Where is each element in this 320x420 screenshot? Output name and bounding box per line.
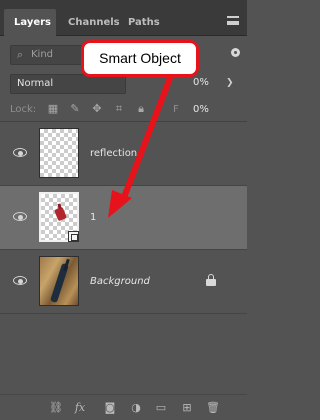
lock-all-icon[interactable]: 🔒︎ xyxy=(134,102,148,116)
adjustment-icon[interactable]: ◑ xyxy=(128,401,144,415)
tab-paths[interactable]: Paths xyxy=(118,9,164,36)
link-icon[interactable]: ⛓ xyxy=(48,401,64,415)
layer-name[interactable]: Background xyxy=(90,276,150,287)
layer-name[interactable]: reflection xyxy=(90,148,137,159)
visibility-eye-icon[interactable] xyxy=(13,148,27,157)
lock-label: Lock: xyxy=(10,104,37,115)
folder-icon[interactable]: ▭ xyxy=(153,401,169,415)
tab-bar: Layers Channels Paths xyxy=(0,0,247,36)
search-icon: ⌕ xyxy=(17,48,24,61)
layer-row-reflection[interactable]: reflection xyxy=(0,122,247,186)
panel-footer: ⛓ fx ◙ ◑ ▭ ⊞ 🗑︎ xyxy=(0,394,247,420)
filter-kind-label: Kind xyxy=(31,49,54,60)
tab-layers[interactable]: Layers xyxy=(4,9,56,36)
fill-value[interactable]: 0% xyxy=(193,104,209,115)
layer-thumbnail xyxy=(39,128,79,178)
layer-thumbnail xyxy=(39,192,79,242)
visibility-eye-icon[interactable] xyxy=(13,276,27,285)
layers-panel: Layers Channels Paths ⌕ Kind Normal 0% ❯… xyxy=(0,0,247,420)
mask-icon[interactable]: ◙ xyxy=(102,401,118,415)
visibility-eye-icon[interactable] xyxy=(13,212,27,221)
tab-channels[interactable]: Channels xyxy=(58,9,120,36)
lock-row: Lock: ▦ ✎ ✥ ⌗ 🔒︎ F 0% xyxy=(0,101,247,121)
annotation-text: Smart Object xyxy=(99,50,181,66)
panel-menu-icon[interactable] xyxy=(227,16,239,25)
lock-icon[interactable] xyxy=(206,274,216,286)
lock-image-icon[interactable]: ✎ xyxy=(68,102,82,116)
filter-toggle[interactable] xyxy=(229,44,241,64)
lock-position-icon[interactable]: ✥ xyxy=(90,102,104,116)
layer-name[interactable]: 1 xyxy=(90,212,96,223)
layer-thumbnail xyxy=(39,256,79,306)
lock-artboard-icon[interactable]: ⌗ xyxy=(112,102,126,116)
fill-label: F xyxy=(173,104,179,115)
lock-transparent-icon[interactable]: ▦ xyxy=(46,102,60,116)
trash-icon[interactable]: 🗑︎ xyxy=(205,401,221,415)
fx-icon[interactable]: fx xyxy=(72,401,88,415)
bottle-thumbnail-icon xyxy=(54,206,67,222)
filter-toggle-icon xyxy=(231,48,240,57)
opacity-chevron-icon[interactable]: ❯ xyxy=(226,78,234,88)
new-layer-icon[interactable]: ⊞ xyxy=(179,401,195,415)
layer-row-1[interactable]: 1 xyxy=(0,186,247,250)
opacity-value[interactable]: 0% xyxy=(193,77,209,88)
annotation-callout: Smart Object xyxy=(81,40,199,77)
layer-row-background[interactable]: Background xyxy=(0,250,247,314)
smart-object-badge-icon xyxy=(68,231,79,242)
blend-mode-select[interactable]: Normal xyxy=(10,74,126,94)
